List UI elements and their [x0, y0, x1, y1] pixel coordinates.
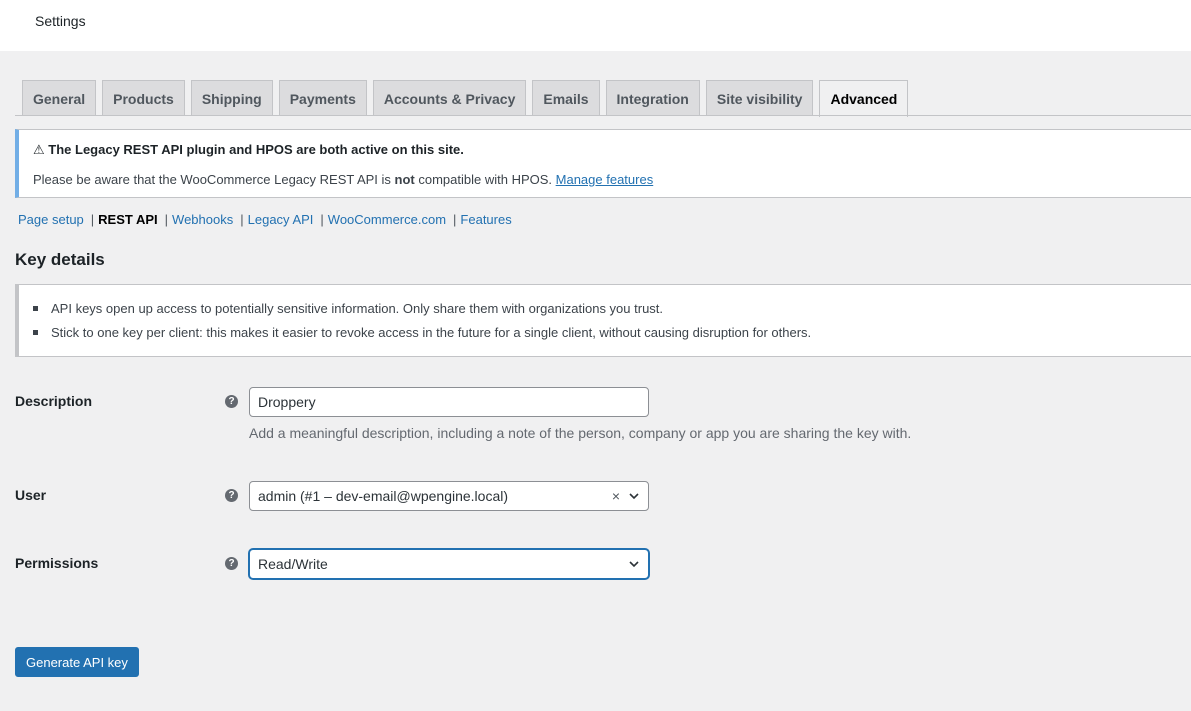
notice-body-emphasis: not: [394, 172, 415, 187]
subnav-separator: |: [453, 212, 457, 227]
subnav-page-setup[interactable]: Page setup: [18, 212, 84, 227]
tab-general[interactable]: General: [22, 80, 97, 116]
permissions-select[interactable]: Read/Write: [249, 549, 649, 579]
hpos-warning-notice: ⚠ The Legacy REST API plugin and HPOS ar…: [15, 129, 1191, 198]
user-select[interactable]: admin (#1 – dev-email@wpengine.local) ×: [249, 481, 649, 511]
notice-body-text-end: compatible with HPOS.: [414, 172, 556, 187]
tab-shipping[interactable]: Shipping: [190, 80, 273, 116]
subnav-separator: |: [320, 212, 324, 227]
clear-icon[interactable]: ×: [612, 488, 620, 504]
subnav-legacy-api[interactable]: Legacy API: [248, 212, 314, 227]
advanced-subnav: Page setup | REST API | Webhooks | Legac…: [18, 212, 512, 227]
api-key-info-box: API keys open up access to potentially s…: [15, 284, 1191, 357]
notice-title: ⚠ The Legacy REST API plugin and HPOS ar…: [33, 142, 464, 158]
settings-tabs: General Products Shipping Payments Accou…: [22, 80, 909, 117]
info-item: Stick to one key per client: this makes …: [33, 325, 811, 340]
notice-body-text: Please be aware that the WooCommerce Leg…: [33, 172, 395, 187]
notice-title-text: The Legacy REST API plugin and HPOS are …: [48, 142, 464, 157]
chevron-down-icon[interactable]: [628, 490, 640, 502]
notice-body: Please be aware that the WooCommerce Leg…: [33, 172, 653, 187]
permissions-help-icon[interactable]: ?: [225, 557, 238, 570]
info-item: API keys open up access to potentially s…: [33, 301, 663, 316]
chevron-down-icon[interactable]: [628, 558, 640, 570]
permissions-label: Permissions: [15, 555, 99, 571]
subnav-webhooks[interactable]: Webhooks: [172, 212, 233, 227]
subnav-features[interactable]: Features: [460, 212, 511, 227]
section-title: Key details: [15, 250, 105, 269]
tab-site-visibility[interactable]: Site visibility: [705, 80, 814, 116]
user-help-icon[interactable]: ?: [225, 489, 238, 502]
user-label: User: [15, 487, 47, 503]
description-label: Description: [15, 393, 93, 409]
tab-accounts-privacy[interactable]: Accounts & Privacy: [372, 80, 527, 116]
warning-icon: ⚠: [33, 142, 45, 157]
tab-advanced[interactable]: Advanced: [819, 80, 909, 117]
page-header: Settings: [0, 0, 1191, 51]
subnav-separator: |: [90, 212, 95, 227]
description-hint: Add a meaningful description, including …: [249, 425, 912, 441]
subnav-separator: |: [240, 212, 244, 227]
subnav-separator: |: [164, 212, 169, 227]
description-input[interactable]: [249, 387, 649, 417]
tab-products[interactable]: Products: [102, 80, 185, 116]
page-title: Settings: [35, 13, 86, 29]
tab-integration[interactable]: Integration: [605, 80, 700, 116]
description-help-icon[interactable]: ?: [225, 395, 238, 408]
generate-api-key-button[interactable]: Generate API key: [15, 647, 139, 677]
manage-features-link[interactable]: Manage features: [556, 172, 654, 187]
tab-emails[interactable]: Emails: [532, 80, 600, 116]
tab-payments[interactable]: Payments: [278, 80, 367, 116]
subnav-woocommerce-com[interactable]: WooCommerce.com: [328, 212, 446, 227]
permissions-select-value: Read/Write: [258, 556, 328, 572]
user-select-value: admin (#1 – dev-email@wpengine.local): [258, 488, 509, 504]
subnav-rest-api: REST API: [98, 212, 158, 227]
tabs-divider: [15, 115, 1191, 116]
